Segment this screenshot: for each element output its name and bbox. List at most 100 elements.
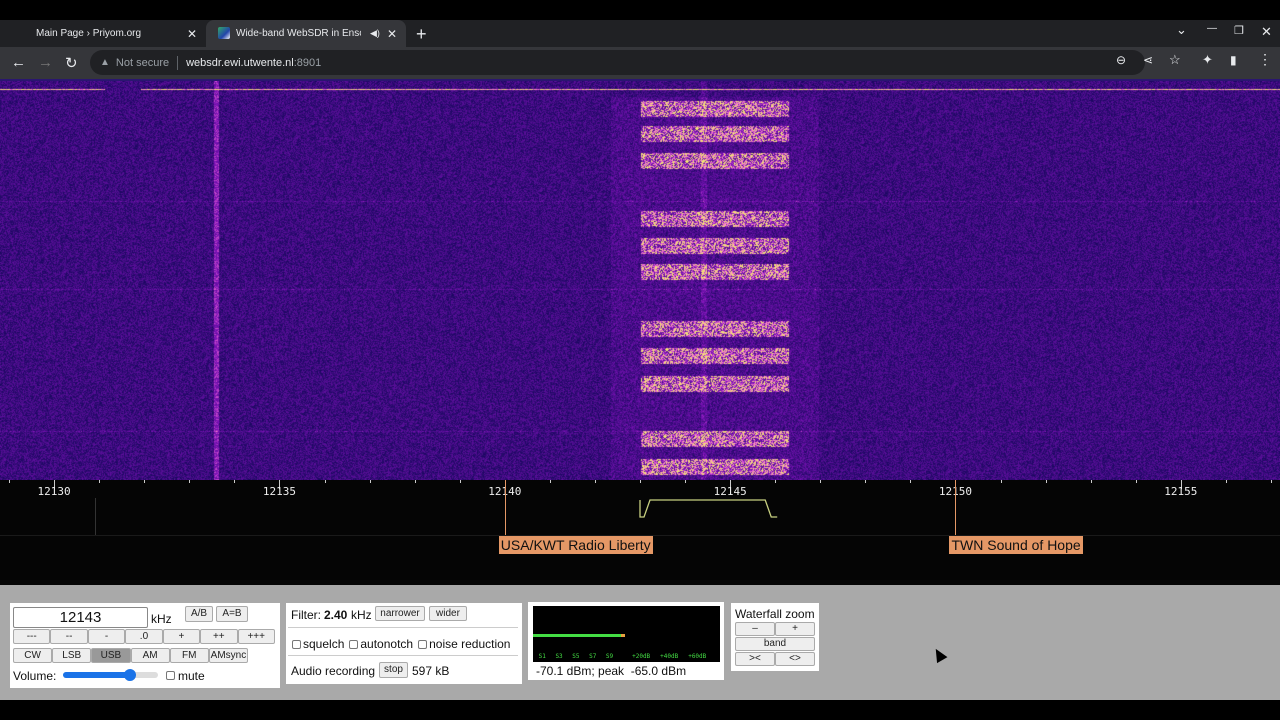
mute-checkbox[interactable] xyxy=(166,671,175,680)
scale-tick-label: 12145 xyxy=(713,485,747,498)
step-button[interactable]: ++ xyxy=(200,629,238,644)
restore-icon[interactable]: ❐ xyxy=(1234,24,1244,37)
scale-minor-tick xyxy=(144,480,146,483)
scale-minor-tick xyxy=(910,480,912,483)
stop-recording-button[interactable]: stop xyxy=(379,662,408,678)
smeter-scale-label: +40dB xyxy=(660,653,679,660)
forward-icon[interactable]: → xyxy=(38,54,53,71)
filter-label: Filter: xyxy=(291,608,321,622)
address-bar[interactable]: ▲ Not secure websdr.ewi.utwente.nl :8901 xyxy=(90,50,1145,75)
smeter-display: S1 S3 S5 S7 S9 +20dB +40dB +60dB xyxy=(533,606,720,662)
scale-minor-tick xyxy=(459,480,461,483)
navigation-bar: ← → ↻ ▲ Not secure websdr.ewi.utwente.nl… xyxy=(0,47,1280,79)
option-label: squelch xyxy=(303,637,345,651)
station-label[interactable]: USA/KWT Radio Liberty xyxy=(498,536,653,554)
frequency-unit: kHz xyxy=(151,612,172,626)
scale-minor-tick xyxy=(594,480,596,483)
waterfall-zoom-panel: Waterfall zoom – + band >< <> xyxy=(731,603,819,671)
smeter-scale-label: S1 xyxy=(538,653,546,660)
zoom-band-button[interactable]: band xyxy=(735,637,815,651)
reload-icon[interactable]: ↻ xyxy=(65,54,78,72)
new-tab-button[interactable]: + xyxy=(416,24,427,45)
tab-close-icon[interactable]: ✕ xyxy=(387,27,397,41)
mode-button-fm[interactable]: FM xyxy=(169,648,209,663)
tab-search-icon[interactable]: ⌄ xyxy=(1176,22,1187,38)
waterfall-display[interactable] xyxy=(0,81,1280,480)
wider-button[interactable]: wider xyxy=(429,606,467,621)
passband-indicator[interactable] xyxy=(0,480,1280,535)
scale-minor-tick xyxy=(324,480,326,483)
option-noise-reduction[interactable]: noise reduction xyxy=(418,637,510,651)
step-button[interactable]: + xyxy=(162,629,201,644)
scale-minor-tick xyxy=(9,480,10,483)
share-icon[interactable]: ⋖ xyxy=(1143,53,1153,67)
back-icon[interactable]: ← xyxy=(11,54,26,71)
smeter-panel: S1 S3 S5 S7 S9 +20dB +40dB +60dB -70.1 dBm; pea… xyxy=(528,602,724,680)
volume-slider[interactable] xyxy=(63,669,158,681)
step-buttons: --- -- - .0 + ++ +++ xyxy=(13,629,275,644)
browser-menu-icon[interactable]: ⋮ xyxy=(1258,51,1272,68)
station-label[interactable]: TWN Sound of Hope xyxy=(949,536,1083,554)
tab-title: Wide-band WebSDR in Enschede xyxy=(236,28,361,39)
security-status: Not secure xyxy=(115,56,170,69)
mode-button-amsync[interactable]: AMsync xyxy=(208,648,249,663)
option-autonotch[interactable]: autonotch xyxy=(349,637,413,651)
volume-slider-knob[interactable] xyxy=(123,669,136,681)
mute-label: mute xyxy=(178,669,205,683)
volume-label: Volume: xyxy=(13,669,57,683)
tab-websdr[interactable]: Wide-band WebSDR in Enschede ◀) ✕ xyxy=(206,20,406,47)
tab-priyom[interactable]: Main Page › Priyom.org ✕ xyxy=(0,20,206,47)
divider xyxy=(288,627,518,628)
waterfall-canvas[interactable] xyxy=(0,81,1280,480)
side-panel-icon[interactable]: ▮ xyxy=(1230,53,1237,67)
minimize-icon[interactable]: — xyxy=(1207,23,1217,34)
step-button[interactable]: --- xyxy=(13,629,51,644)
mode-button-am[interactable]: AM xyxy=(130,648,170,663)
scale-tick-label: 12130 xyxy=(37,485,71,498)
tab-close-icon[interactable]: ✕ xyxy=(187,27,197,41)
frequency-input[interactable]: 12143 xyxy=(13,607,148,628)
a-equals-b-button[interactable]: A=B xyxy=(216,606,248,622)
step-button[interactable]: -- xyxy=(50,629,88,644)
mode-button-cw[interactable]: CW xyxy=(13,648,53,663)
checkbox[interactable] xyxy=(292,640,301,649)
zoom-wide-button[interactable]: <> xyxy=(775,652,815,666)
option-label: noise reduction xyxy=(429,637,511,651)
zoom-narrow-button[interactable]: >< xyxy=(735,652,775,666)
step-button[interactable]: +++ xyxy=(237,629,275,644)
station-labels: USA/KWT Radio Liberty TWN Sound of Hope xyxy=(0,535,1280,585)
audio-playing-icon[interactable]: ◀) xyxy=(370,28,380,39)
extensions-icon[interactable]: ✦ xyxy=(1202,52,1213,68)
step-button[interactable]: - xyxy=(87,629,126,644)
scale-tick-label: 12155 xyxy=(1164,485,1198,498)
divider xyxy=(288,655,518,656)
step-button[interactable]: .0 xyxy=(125,629,163,644)
zoom-icon[interactable]: ⊖ xyxy=(1116,53,1126,67)
bookmark-star-icon[interactable]: ☆ xyxy=(1169,52,1181,68)
narrower-button[interactable]: narrower xyxy=(375,606,425,621)
smeter-scale-label: S5 xyxy=(572,653,580,660)
recording-label: Audio recording xyxy=(291,664,376,678)
volume-slider-fill xyxy=(63,672,130,678)
mode-button-lsb[interactable]: LSB xyxy=(52,648,92,663)
window-close-icon[interactable]: ✕ xyxy=(1261,24,1272,40)
option-label: autonotch xyxy=(360,637,414,651)
station-marker-line xyxy=(955,480,957,535)
scale-minor-tick xyxy=(865,480,867,483)
checkbox[interactable] xyxy=(349,640,359,649)
screen-bottom-border xyxy=(0,700,1280,720)
url-port: :8901 xyxy=(293,56,322,69)
mode-button-usb[interactable]: USB xyxy=(91,648,131,663)
scale-minor-tick xyxy=(189,480,191,483)
option-squelch[interactable]: squelch xyxy=(292,637,344,651)
checkbox[interactable] xyxy=(418,640,428,649)
frequency-scale[interactable]: 121301213512140121451215012155 xyxy=(0,480,1280,535)
zoom-in-button[interactable]: + xyxy=(775,622,815,636)
ab-button[interactable]: A/B xyxy=(185,606,213,622)
scale-minor-tick xyxy=(1090,480,1092,483)
zoom-out-button[interactable]: – xyxy=(735,622,775,636)
scale-minor-tick xyxy=(775,480,777,483)
websdr-favicon-icon xyxy=(218,27,230,39)
tab-strip: Main Page › Priyom.org ✕ Wide-band WebSD… xyxy=(0,20,1280,47)
smeter-peak-marker xyxy=(620,634,625,637)
